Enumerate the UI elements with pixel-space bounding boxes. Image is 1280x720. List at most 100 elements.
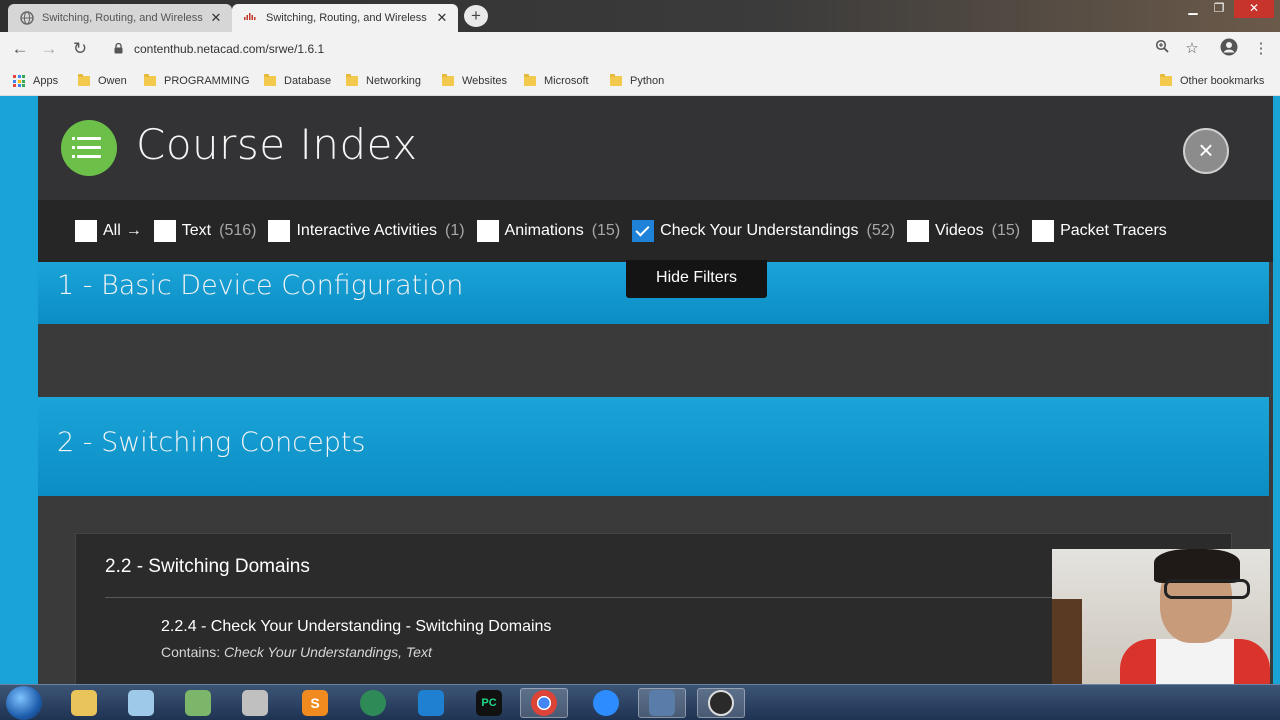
glasses [1164,579,1250,599]
obs-icon [708,690,734,716]
browser-tab-active[interactable]: Switching, Routing, and Wireless ✕ [232,4,458,32]
filter-interactive-activities[interactable]: Interactive Activities (1) [268,220,465,242]
module-2-header[interactable]: 2 - Switching Concepts [38,397,1269,496]
hide-filters-button[interactable]: Hide Filters [626,260,767,298]
back-arrow-icon[interactable]: ← [9,38,31,60]
bookmark-label: Other bookmarks [1180,75,1265,87]
bookmark-folder[interactable]: Database [264,72,331,90]
bookmark-label: Websites [462,75,508,87]
topic-contains: Contains: Check Your Understandings, Tex… [161,644,432,660]
taskbar-zoom[interactable] [582,688,630,718]
close-course-index-button[interactable]: × [1183,128,1229,174]
chrome-icon [531,690,557,716]
window-close-icon[interactable]: ✕ [1234,0,1274,18]
checkbox[interactable] [476,220,499,242]
close-tab-icon[interactable]: ✕ [208,10,224,26]
folder-icon [144,74,156,86]
apps-grid-icon [13,75,25,87]
taskbar-sublime[interactable]: S [291,688,339,718]
bookmark-folder[interactable]: Owen [78,72,127,90]
taskbar-snipping[interactable] [231,688,279,718]
filter-check-your-understandings[interactable]: Check Your Understandings (52) [632,220,895,242]
taskbar-chrome[interactable] [520,688,568,718]
checkbox-checked[interactable] [632,220,655,242]
section-title[interactable]: 2.2 - Switching Domains [105,556,310,578]
other-bookmarks[interactable]: Other bookmarks [1160,72,1264,90]
taskbar-file-explorer[interactable] [60,688,108,718]
taskbar-notes[interactable] [117,688,165,718]
url-text: contenthub.netacad.com/srwe/1.6.1 [134,42,325,56]
checkbox[interactable] [906,220,929,242]
course-index-header: Course Index × [38,96,1273,200]
notepad-icon [128,690,154,716]
filter-count: (1) [444,222,465,239]
browser-toolbar: ← → ↻ contenthub.netacad.com/srwe/1.6.1 … [0,32,1280,66]
address-bar[interactable]: contenthub.netacad.com/srwe/1.6.1 [104,36,1148,62]
filter-label: Text [181,222,212,239]
filter-all[interactable]: All → [75,220,142,242]
bookmark-label: Microsoft [544,75,589,87]
bookmark-apps[interactable]: Apps [13,72,58,90]
folder-icon [264,74,276,86]
folder-icon [78,74,90,86]
folder-icon [610,74,622,86]
taskbar-obs[interactable] [697,688,745,718]
zoom-app-icon [593,690,619,716]
restore-icon[interactable]: ❐ [1206,0,1232,18]
forward-arrow-icon[interactable]: → [38,38,60,60]
filter-label: All [103,222,121,239]
bookmarks-bar: Apps Owen PROGRAMMING Database Networkin… [0,66,1280,96]
taskbar-editor[interactable] [174,688,222,718]
contains-label: Contains: [161,644,221,660]
filter-animations[interactable]: Animations (15) [476,220,620,242]
bookmark-label: Database [284,75,332,87]
sublime-text-icon: S [302,690,328,716]
filter-packet-tracers[interactable]: Packet Tracers [1032,220,1167,242]
bookmark-folder[interactable]: PROGRAMMING [144,72,250,90]
checkbox[interactable] [75,220,97,242]
zoom-icon[interactable] [1151,38,1173,60]
bookmark-folder[interactable]: Microsoft [524,72,589,90]
checkbox[interactable] [1032,220,1055,242]
filter-text[interactable]: Text (516) [153,220,257,242]
filter-videos[interactable]: Videos (15) [906,220,1021,242]
folder-icon [1160,74,1172,86]
bookmark-folder[interactable]: Networking [346,72,421,90]
taskbar-atom[interactable] [349,688,397,718]
atom-icon [360,690,386,716]
checkbox[interactable] [153,220,176,242]
taskbar-pycharm[interactable]: PC [465,688,513,718]
close-tab-icon[interactable]: ✕ [434,10,450,26]
checkbox[interactable] [268,220,291,242]
topic-link[interactable]: 2.2.4 - Check Your Understanding - Switc… [161,618,551,636]
bookmark-folder[interactable]: Python [610,72,664,90]
snipping-tool-icon [242,690,268,716]
bookmark-label: PROGRAMMING [164,75,250,87]
filter-label: Videos [934,222,984,239]
filter-label: Animations [504,222,584,239]
taskbar-vscode[interactable] [407,688,455,718]
arrow-right-icon: → [125,222,142,239]
menu-list-icon[interactable] [61,120,117,176]
reload-icon[interactable]: ↻ [69,38,91,60]
browser-tab-bar: Switching, Routing, and Wireless ✕ Switc… [0,0,1280,32]
vscode-icon [418,690,444,716]
bookmark-label: Apps [33,75,59,87]
page-title: Course Index [136,120,418,169]
taskbar-remote-desktop[interactable] [638,688,686,718]
folder-icon [524,74,536,86]
filter-count: (516) [219,222,257,239]
windows-taskbar: S PC [0,684,1280,720]
profile-avatar-icon[interactable] [1218,38,1240,60]
tab-title: Switching, Routing, and Wireless [266,12,427,24]
browser-tab[interactable]: Switching, Routing, and Wireless ✕ [8,4,232,32]
windows-start-icon[interactable] [6,686,42,720]
bookmark-folder[interactable]: Websites [442,72,507,90]
bookmark-star-icon[interactable]: ☆ [1181,38,1203,60]
filter-count: (15) [991,222,1021,239]
filter-label: Packet Tracers [1060,222,1167,239]
person-hair [1154,549,1240,583]
minimize-icon[interactable]: ▁ [1180,0,1206,18]
new-tab-button[interactable]: + [464,5,488,27]
browser-menu-icon[interactable]: ⋮ [1250,38,1272,60]
